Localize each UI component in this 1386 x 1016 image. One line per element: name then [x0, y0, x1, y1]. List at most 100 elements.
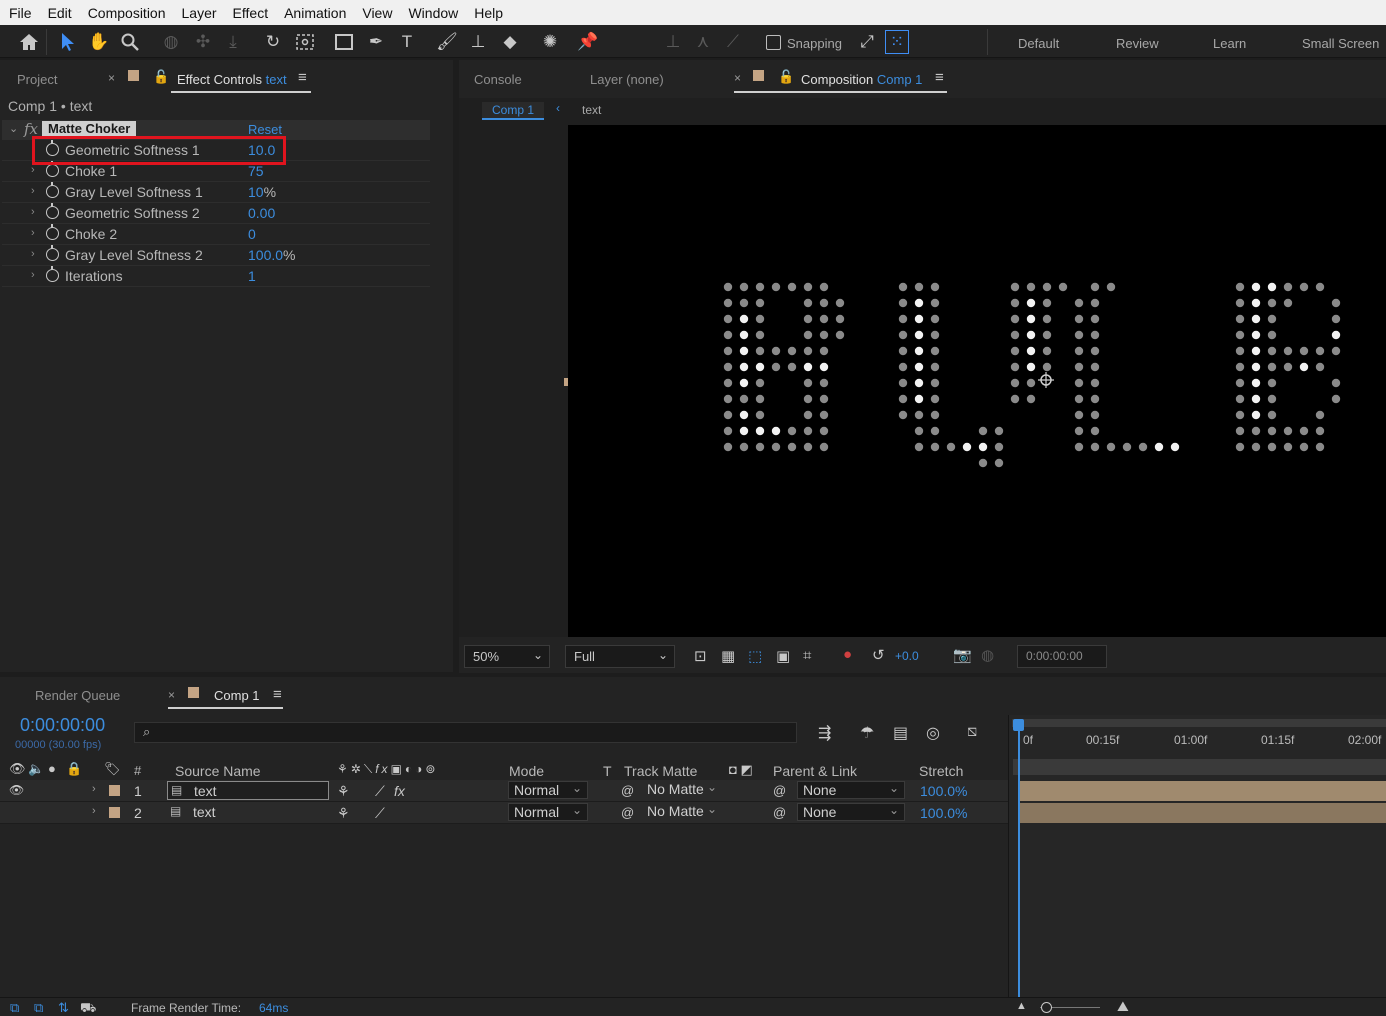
hand-tool-icon[interactable]: ✋ — [86, 29, 112, 55]
param-row-geometric-softness-2[interactable]: › Geometric Softness 2 0.00 — [2, 203, 430, 224]
stopwatch-icon[interactable] — [46, 182, 59, 198]
pick-whip-icon[interactable]: @ — [773, 783, 786, 798]
anchor-point-icon[interactable] — [1038, 372, 1054, 388]
column-parent[interactable]: Parent & Link — [773, 763, 857, 779]
param-value[interactable]: 100.0% — [248, 247, 296, 263]
matte-link-icon[interactable]: @ — [621, 805, 634, 820]
view-axis-icon[interactable]: ⟋ — [720, 29, 746, 55]
panel-menu-icon[interactable]: ≡ — [273, 686, 282, 703]
stretch-value[interactable]: 100.0% — [920, 805, 967, 821]
zoom-tool-icon[interactable] — [117, 29, 143, 55]
param-value[interactable]: 75 — [248, 163, 264, 179]
roto-brush-tool-icon[interactable]: ✺ — [537, 29, 563, 55]
search-input[interactable]: ⌕ — [134, 722, 797, 743]
zoom-dropdown[interactable]: 50% ⌄ — [464, 645, 550, 668]
expand-chevron-icon[interactable]: › — [31, 248, 35, 260]
snap-features-icon[interactable]: ⁙ — [885, 30, 909, 54]
snapping-checkbox[interactable] — [766, 35, 781, 50]
expand-chevron-icon[interactable]: › — [92, 783, 96, 795]
param-row-gray-level-softness-2[interactable]: › Gray Level Softness 2 100.0% — [2, 245, 430, 266]
quality-switch-icon[interactable]: ⟋ — [375, 805, 385, 822]
stopwatch-icon[interactable] — [46, 161, 59, 177]
close-tab-icon[interactable]: × — [168, 688, 175, 702]
layer-name-field[interactable]: ▤ text — [167, 803, 329, 822]
eye-icon[interactable]: 👁 — [9, 761, 26, 777]
grid-guides-icon[interactable]: ⌗ — [803, 647, 811, 664]
parent-dropdown[interactable]: None ⌄ — [797, 781, 905, 799]
draft-3d-icon[interactable]: ☂ — [860, 723, 874, 743]
zoom-in-icon[interactable]: ⛰ — [1117, 998, 1129, 1015]
quality-switch-icon[interactable]: ⟋ — [375, 783, 385, 800]
parent-dropdown[interactable]: None ⌄ — [797, 803, 905, 821]
menu-window[interactable]: Window — [399, 5, 465, 21]
label-color-swatch[interactable] — [109, 785, 120, 796]
tab-console[interactable]: Console — [474, 72, 522, 87]
tab-composition[interactable]: Composition Comp 1 — [801, 72, 922, 87]
tab-render-queue[interactable]: Render Queue — [35, 688, 120, 703]
column-stretch[interactable]: Stretch — [919, 763, 963, 779]
param-value[interactable]: 0.00 — [248, 205, 275, 221]
expand-chevron-icon[interactable]: › — [31, 164, 35, 176]
region-of-interest-icon[interactable]: ▣ — [776, 647, 790, 665]
transfer-controls-icon[interactable]: ⧉ — [34, 1000, 43, 1016]
param-row-gray-level-softness-1[interactable]: › Gray Level Softness 1 10% — [2, 182, 430, 203]
param-value[interactable]: 10% — [248, 184, 276, 200]
shy-switch-icon[interactable]: ⚘ — [337, 805, 350, 822]
crumb-comp[interactable]: Comp 1 — [482, 102, 545, 120]
snap-edges-icon[interactable]: ⤢ — [854, 29, 880, 55]
render-time-icon[interactable]: ⛟ — [80, 1000, 96, 1016]
tab-layer[interactable]: Layer (none) — [590, 72, 664, 87]
transparency-grid-icon[interactable]: ▦ — [721, 647, 735, 665]
layer-row-2[interactable]: › 2 ▤ text ⚘ ⟋ Normal ⌄ @ No Matte ⌄ @ Non… — [0, 802, 1008, 824]
stopwatch-icon[interactable] — [46, 245, 59, 261]
visibility-eye-icon[interactable]: 👁 — [9, 783, 24, 797]
workspace-small-screen[interactable]: Small Screen — [1302, 36, 1379, 51]
orbit-camera-icon[interactable]: ◍ — [158, 29, 184, 55]
track-matte-dropdown[interactable]: No Matte ⌄ — [642, 780, 722, 799]
layer-row-1[interactable]: 👁 › 1 ▤ text ⚘ ⟋ fx Normal ⌄ @ No Matte ⌄ … — [0, 780, 1008, 802]
shy-switch-icon[interactable]: ⚘ — [337, 783, 350, 800]
puppet-pin-tool-icon[interactable]: 📌 — [575, 29, 601, 55]
exposure-value[interactable]: +0.0 — [895, 649, 919, 663]
fast-previews-icon[interactable]: ⊡ — [694, 647, 707, 665]
local-axis-icon[interactable]: ⊥ — [660, 29, 686, 55]
param-value[interactable]: 1 — [248, 268, 256, 284]
menu-edit[interactable]: Edit — [39, 5, 79, 21]
in-out-icon[interactable]: ⇅ — [58, 1000, 69, 1016]
rectangle-tool-icon[interactable] — [331, 29, 357, 55]
rotation-tool-icon[interactable]: ↻ — [260, 29, 286, 55]
type-tool-icon[interactable]: T — [394, 29, 420, 55]
graph-editor-icon[interactable]: ⧅ — [967, 723, 977, 741]
reset-exposure-icon[interactable]: ↺ — [872, 646, 885, 664]
crumb-layer[interactable]: text — [582, 103, 601, 117]
menu-view[interactable]: View — [353, 5, 399, 21]
tab-effect-controls[interactable]: Effect Controls text — [177, 72, 287, 87]
param-row-iterations[interactable]: › Iterations 1 — [2, 266, 430, 287]
column-source-name[interactable]: Source Name — [175, 763, 261, 779]
layer-bar-2[interactable] — [1019, 803, 1386, 823]
show-snapshot-icon[interactable]: ◍ — [981, 646, 994, 664]
stopwatch-icon[interactable] — [46, 224, 59, 240]
column-mode[interactable]: Mode — [509, 763, 544, 779]
menu-composition[interactable]: Composition — [79, 5, 173, 21]
stopwatch-icon[interactable] — [46, 203, 59, 219]
snapshot-camera-icon[interactable]: 📷 — [953, 646, 972, 664]
param-row-choke-2[interactable]: › Choke 2 0 — [2, 224, 430, 245]
mode-dropdown[interactable]: Normal ⌄ — [508, 781, 588, 799]
expand-chevron-icon[interactable]: › — [31, 227, 35, 239]
composition-viewer[interactable] — [568, 125, 1386, 637]
workspace-default[interactable]: Default — [1018, 36, 1059, 51]
close-tab-icon[interactable]: × — [108, 71, 115, 85]
audio-icon[interactable]: 🔈 — [28, 761, 44, 777]
close-tab-icon[interactable]: × — [734, 71, 741, 85]
home-icon[interactable] — [16, 29, 42, 55]
workspace-learn[interactable]: Learn — [1213, 36, 1246, 51]
menu-help[interactable]: Help — [465, 5, 510, 21]
menu-layer[interactable]: Layer — [173, 5, 224, 21]
work-area-bar[interactable] — [1012, 719, 1386, 727]
tab-comp[interactable]: Comp 1 — [214, 688, 260, 703]
expand-chevron-icon[interactable]: › — [92, 805, 96, 817]
solo-icon[interactable]: ● — [48, 761, 56, 776]
dolly-camera-icon[interactable]: ⤓ — [220, 29, 246, 55]
menu-file[interactable]: File — [0, 5, 39, 21]
